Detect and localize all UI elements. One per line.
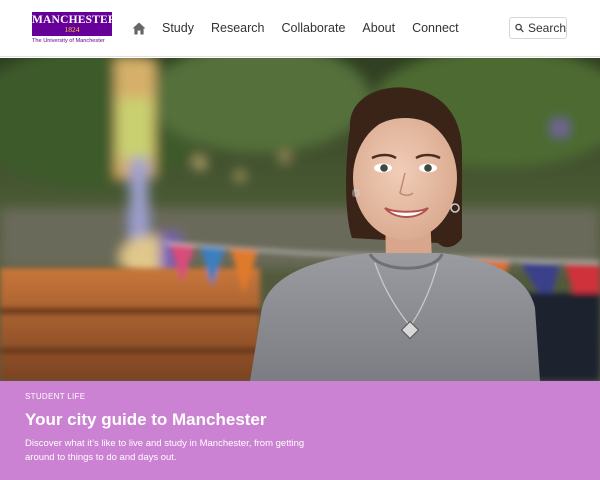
nav-item-study[interactable]: Study xyxy=(162,17,194,39)
site-header: MANCHESTER 1824 The University of Manche… xyxy=(0,0,600,57)
nav-item-collaborate[interactable]: Collaborate xyxy=(281,17,345,39)
promo-panel[interactable]: STUDENT LIFE Your city guide to Manchest… xyxy=(0,381,600,480)
search-icon xyxy=(515,23,524,33)
nav-item-about[interactable]: About xyxy=(362,17,395,39)
main-navigation: Study Research Collaborate About Connect xyxy=(130,17,476,39)
nav-item-research[interactable]: Research xyxy=(211,17,265,39)
nav-item-connect[interactable]: Connect xyxy=(412,17,459,39)
hero-photo xyxy=(0,58,600,381)
home-link[interactable] xyxy=(130,19,148,37)
home-icon xyxy=(132,22,146,34)
university-logo[interactable]: MANCHESTER 1824 The University of Manche… xyxy=(32,12,116,46)
hero-image xyxy=(0,58,600,381)
promo-description: Discover what it’s like to live and stud… xyxy=(25,438,305,463)
search-button[interactable]: Search xyxy=(509,17,567,39)
logo-year: 1824 xyxy=(64,25,80,34)
promo-title[interactable]: Your city guide to Manchester xyxy=(25,409,267,431)
logo-subtitle: The University of Manchester xyxy=(32,38,105,44)
promo-eyebrow: STUDENT LIFE xyxy=(25,392,86,401)
search-label: Search xyxy=(527,21,566,35)
logo-mark: MANCHESTER 1824 xyxy=(32,12,116,36)
